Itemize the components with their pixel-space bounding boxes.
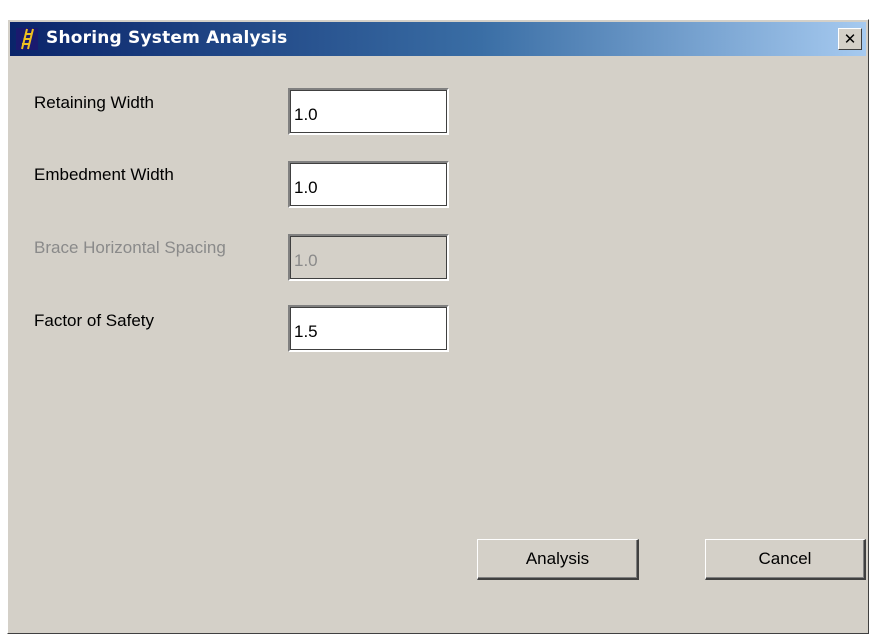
- window-title: Shoring System Analysis: [46, 28, 288, 48]
- brace-horizontal-spacing-label: Brace Horizontal Spacing: [34, 238, 226, 257]
- embedment-width-label: Embedment Width: [34, 165, 174, 184]
- retaining-width-input[interactable]: [288, 88, 449, 135]
- retaining-width-label: Retaining Width: [34, 93, 155, 112]
- close-icon: ✕: [843, 30, 857, 48]
- ladder-icon: [16, 28, 38, 50]
- factor-of-safety-input[interactable]: [288, 305, 449, 352]
- cancel-button[interactable]: Cancel: [705, 539, 866, 580]
- factor-of-safety-label: Factor of Safety: [34, 311, 154, 330]
- embedment-width-input[interactable]: [288, 161, 449, 208]
- shoring-dialog: Shoring System Analysis ✕ Retaining Widt…: [7, 19, 869, 634]
- title-bar[interactable]: Shoring System Analysis ✕: [10, 22, 866, 56]
- close-button[interactable]: ✕: [838, 28, 862, 50]
- brace-horizontal-spacing-input: [288, 234, 449, 281]
- analysis-button[interactable]: Analysis: [477, 539, 639, 580]
